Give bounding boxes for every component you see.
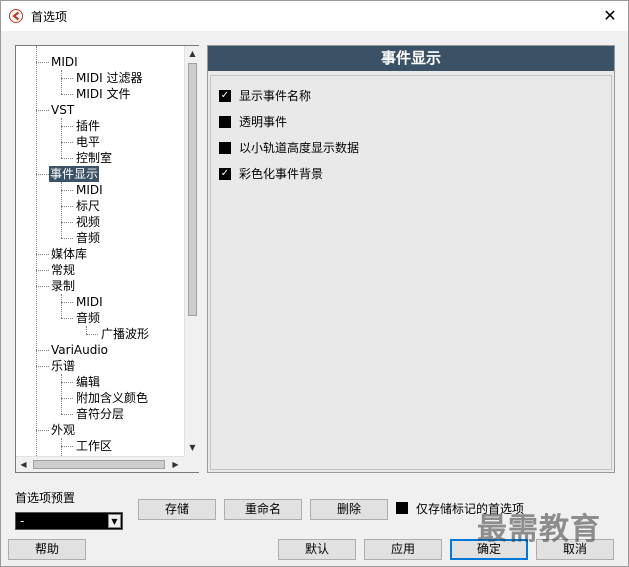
tree-item-midi-filter[interactable]: MIDI 过滤器 [75, 70, 144, 86]
rename-button[interactable]: 重命名 [224, 499, 302, 520]
tree-item-general[interactable]: 常规 [50, 262, 76, 278]
watermark: 最需教育 [477, 512, 601, 547]
tree-line [61, 158, 73, 159]
preferences-window: 首选项 ✕ MIDI MIDI 过滤器 MIDI 文件 VST 插件 电平 控制… [0, 0, 629, 567]
cubase-logo-icon [9, 9, 23, 23]
section-title: 事件显示 [208, 46, 614, 71]
chevron-down-icon[interactable]: ▼ [108, 514, 121, 528]
tree-line [86, 326, 87, 334]
close-button[interactable]: ✕ [598, 4, 622, 28]
title-bar: 首选项 ✕ [1, 1, 628, 31]
tree-line [61, 446, 73, 447]
tree-item-variaudio[interactable]: VariAudio [50, 342, 109, 358]
tree-item-note-layers[interactable]: 音符分层 [75, 406, 125, 422]
tree-item-colors-additional-meanings[interactable]: 附加含义颜色 [75, 390, 149, 406]
scroll-down-icon[interactable]: ▼ [185, 440, 200, 455]
tree-line [36, 270, 49, 271]
tree-line [36, 46, 37, 456]
tree-item-event-display-midi[interactable]: MIDI [75, 182, 104, 198]
scroll-up-icon[interactable]: ▲ [185, 46, 200, 61]
tree-item-broadcast-wave[interactable]: 广播波形 [100, 326, 150, 342]
tree-line [61, 142, 73, 143]
tree-item-ruler[interactable]: 标尺 [75, 198, 101, 214]
tree-line [36, 62, 49, 63]
window-title: 首选项 [31, 10, 68, 24]
tree-item-editing[interactable]: 编辑 [75, 374, 101, 390]
tree-line [61, 206, 73, 207]
tree-item-vst[interactable]: VST [50, 102, 75, 118]
tree-item-record-audio[interactable]: 音频 [75, 310, 101, 326]
tree-line [61, 382, 73, 383]
option-label: 显示事件名称 [239, 89, 312, 103]
tree-line [86, 334, 98, 335]
tree-item-event-display[interactable]: 事件显示 [49, 166, 100, 182]
tree-line [61, 126, 73, 127]
tree-line [61, 70, 62, 94]
presets-selected-value: - [20, 514, 25, 528]
tree-item-plugins[interactable]: 插件 [75, 118, 101, 134]
tree-item-midi[interactable]: MIDI [50, 54, 79, 70]
checkbox-checked-icon[interactable]: ✓ [219, 168, 231, 180]
checkbox-checked-icon[interactable]: ✓ [219, 90, 231, 102]
option-label: 彩色化事件背景 [239, 167, 324, 181]
tree-item-video[interactable]: 视频 [75, 214, 101, 230]
tree-item-scores[interactable]: 乐谱 [50, 358, 76, 374]
tree-line [61, 294, 62, 318]
tree-item-event-display-audio[interactable]: 音频 [75, 230, 101, 246]
tree-item-meters[interactable]: 电平 [75, 134, 101, 150]
tree-line [61, 78, 73, 79]
scroll-left-icon[interactable]: ◀ [16, 457, 31, 472]
store-button[interactable]: 存储 [138, 499, 216, 520]
delete-button[interactable]: 删除 [310, 499, 388, 520]
tree-item-appearance[interactable]: 外观 [50, 422, 76, 438]
tree-vertical-scroll-thumb[interactable] [188, 63, 197, 316]
tree-line [61, 302, 73, 303]
tree-line [36, 366, 49, 367]
help-button[interactable]: 帮助 [8, 539, 86, 560]
close-icon: ✕ [603, 6, 617, 25]
tree-line [36, 174, 49, 175]
tree-line [61, 438, 62, 456]
tree-line [61, 222, 73, 223]
option-label: 以小轨道高度显示数据 [239, 141, 360, 155]
tree-horizontal-scroll-thumb[interactable] [33, 460, 165, 469]
tree-line [36, 430, 49, 431]
option-label: 透明事件 [239, 115, 288, 129]
tree-line [36, 254, 49, 255]
apply-button[interactable]: 应用 [364, 539, 442, 560]
scroll-right-icon[interactable]: ▶ [168, 457, 183, 472]
tree-item-record-midi[interactable]: MIDI [75, 294, 104, 310]
tree-line [61, 374, 62, 414]
tree-line [36, 286, 49, 287]
scrollbar-corner [184, 456, 199, 472]
tree-line [61, 118, 62, 158]
checkbox-unchecked-icon[interactable] [396, 502, 408, 514]
tree-item-mediabay[interactable]: 媒体库 [50, 246, 88, 262]
tree-line [61, 238, 73, 239]
tree-line [61, 94, 73, 95]
defaults-button[interactable]: 默认 [278, 539, 356, 560]
presets-dropdown[interactable]: - ▼ [15, 512, 123, 530]
tree-area: MIDI MIDI 过滤器 MIDI 文件 VST 插件 电平 控制室 事件显示… [16, 46, 184, 456]
tree-line [61, 398, 73, 399]
tree-horizontal-scrollbar[interactable]: ◀ ▶ [16, 456, 184, 472]
tree-line [36, 110, 49, 111]
tree-item-control-room[interactable]: 控制室 [75, 150, 113, 166]
tree-item-record[interactable]: 录制 [50, 278, 76, 294]
tree-line [61, 190, 73, 191]
presets-label: 首选项预置 [15, 491, 76, 505]
tree-line [61, 414, 73, 415]
checkbox-unchecked-icon[interactable] [219, 116, 231, 128]
event-display-panel: 事件显示 ✓ 显示事件名称 透明事件 以小轨道高度显示数据 ✓ 彩色化事件背景 [207, 45, 615, 473]
preferences-tree[interactable]: MIDI MIDI 过滤器 MIDI 文件 VST 插件 电平 控制室 事件显示… [15, 45, 199, 473]
tree-vertical-scrollbar[interactable]: ▲ ▼ [184, 46, 199, 456]
checkbox-unchecked-icon[interactable] [219, 142, 231, 154]
options-group: ✓ 显示事件名称 透明事件 以小轨道高度显示数据 ✓ 彩色化事件背景 [210, 75, 612, 470]
tree-item-work-area[interactable]: 工作区 [75, 438, 113, 454]
tree-item-midi-file[interactable]: MIDI 文件 [75, 86, 132, 102]
tree-line [36, 350, 49, 351]
tree-line [61, 318, 73, 319]
